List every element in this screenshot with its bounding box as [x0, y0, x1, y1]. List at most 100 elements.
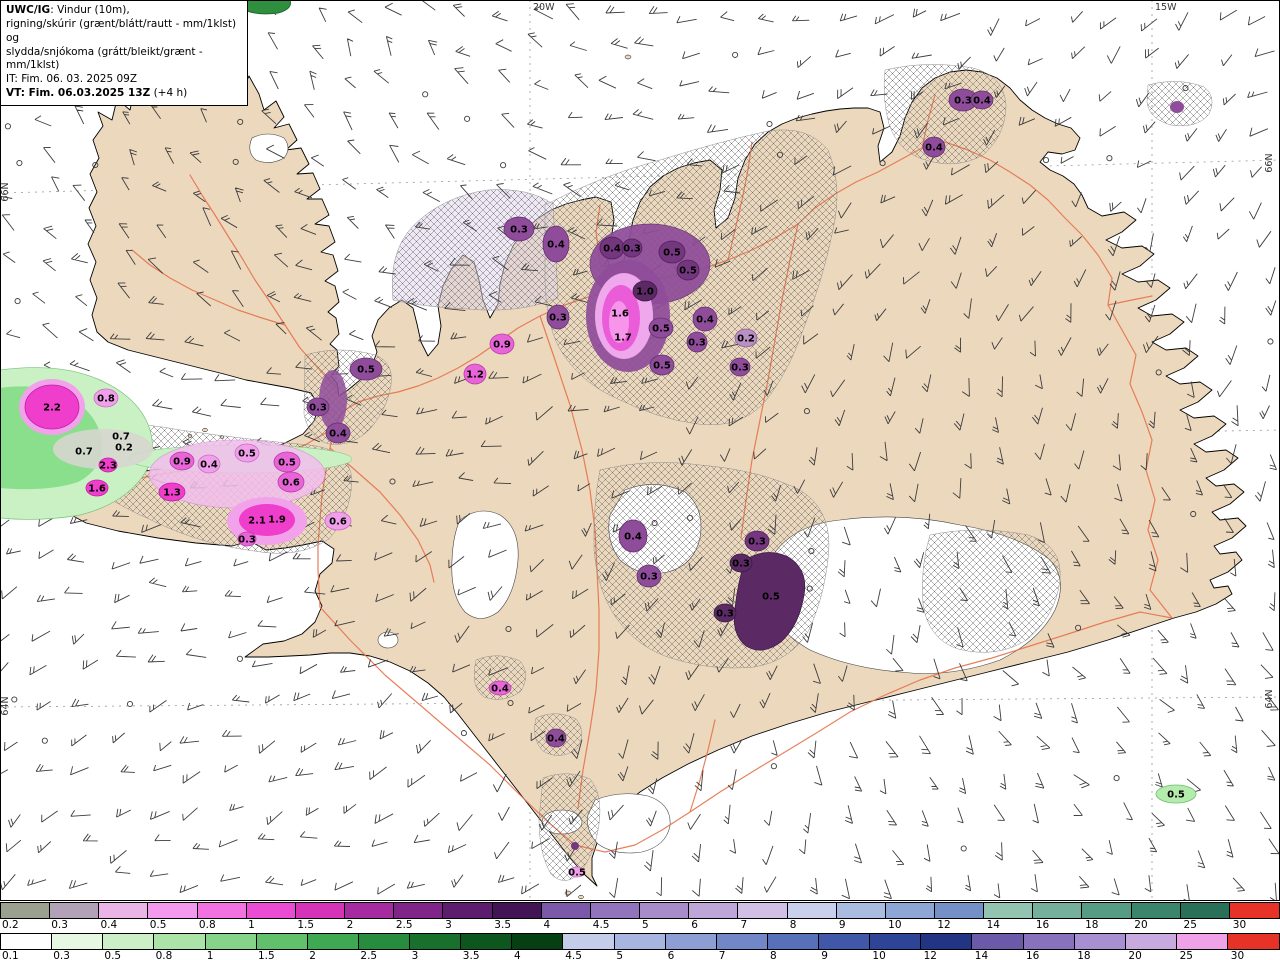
scale-tick-label: 2.5 — [360, 950, 378, 960]
precip-value-label: 1.6 — [611, 309, 629, 320]
precip-value-label: 0.5 — [653, 361, 671, 372]
scale-tick-label: 0.1 — [2, 950, 19, 960]
scale-tick-label: 8 — [770, 950, 777, 960]
scale-segment — [787, 903, 837, 918]
precip-value-label: 0.3 — [688, 338, 706, 349]
scale-tick-label: 8 — [789, 919, 797, 931]
scale-tick-label: 12 — [937, 919, 951, 931]
scale-tick-label: 4 — [543, 919, 551, 931]
precip-value-label: 0.3 — [623, 244, 641, 255]
glacier-myrdalsjokull — [587, 793, 671, 854]
precip-value-label: 1.2 — [466, 370, 484, 381]
scale-segment — [934, 903, 985, 918]
scale-segment — [885, 903, 935, 918]
scale-segment — [307, 934, 359, 949]
scale-segment — [1131, 903, 1181, 918]
precip-value-label: 0.3 — [549, 313, 567, 324]
precip-value-label: 0.5 — [762, 592, 780, 603]
precip-value-label: 0.3 — [748, 537, 766, 548]
scale-tick-label: 20 — [1134, 919, 1148, 931]
longitude-label: 20W — [533, 2, 555, 13]
scale-tick-label: 25 — [1183, 919, 1197, 931]
scale-segment — [1180, 903, 1230, 918]
precip-value-label: 1.3 — [163, 488, 181, 499]
rain-scale-bar — [0, 902, 1280, 919]
model-name: UWC/IG — [6, 4, 51, 16]
scale-tick-label: 0.5 — [149, 919, 167, 931]
precip-blob-south-dot — [571, 842, 579, 850]
scale-tick-label: 5 — [616, 950, 624, 960]
scale-segment — [1, 903, 51, 918]
island — [578, 894, 584, 900]
scale-segment — [295, 903, 346, 918]
latitude-label: 66N — [1264, 153, 1275, 172]
scale-tick-label: 2 — [346, 919, 354, 931]
scale-segment — [563, 934, 615, 949]
precip-value-label: 0.4 — [547, 240, 565, 251]
scale-segment — [1074, 934, 1126, 949]
scale-tick-label: 2 — [309, 950, 316, 960]
latitude-label: 66N — [0, 182, 11, 201]
scale-segment — [1023, 934, 1075, 949]
scale-segment — [716, 934, 768, 949]
precip-value-label: 0.4 — [491, 684, 509, 695]
scale-tick-label: 9 — [838, 919, 846, 931]
scale-segment — [590, 903, 641, 918]
scale-tick-label: 7 — [718, 950, 726, 960]
legend-line-1: UWC/IG: Vindur (10m), — [6, 4, 242, 18]
scale-tick-label: 4 — [514, 950, 521, 960]
legend-line-3: slydda/snjókoma (grátt/bleikt/grænt - mm… — [6, 45, 203, 72]
scale-segment — [614, 934, 666, 949]
precip-value-label: 1.6 — [88, 484, 106, 495]
snow-scale-bar — [0, 933, 1280, 950]
scale-segment — [256, 934, 308, 949]
scale-segment — [394, 903, 444, 918]
scale-segment — [1176, 934, 1228, 949]
precip-value-label: 0.2 — [737, 334, 755, 345]
latitude-label: 64N — [0, 696, 11, 715]
scale-tick-label: 12 — [923, 950, 937, 960]
precip-value-label: 0.5 — [278, 458, 296, 469]
scale-segment — [1229, 903, 1280, 918]
precip-value-label: 1.9 — [268, 515, 286, 526]
precip-value-label: 0.5 — [663, 248, 681, 259]
scale-tick-label: 0.8 — [198, 919, 216, 931]
scale-segment — [461, 934, 513, 949]
precip-value-label: 0.5 — [357, 365, 375, 376]
scale-segment — [50, 903, 100, 918]
scale-tick-label: 2.5 — [395, 919, 413, 931]
scale-segment — [972, 934, 1024, 949]
precip-value-label: 2.3 — [99, 461, 117, 472]
scale-tick-label: 0.5 — [104, 950, 122, 960]
precip-value-label: 0.4 — [696, 315, 714, 326]
scale-segment — [984, 903, 1034, 918]
precip-value-label: 0.5 — [568, 868, 586, 879]
precip-value-label: 0.3 — [731, 363, 749, 374]
precip-value-label: 0.2 — [115, 443, 133, 454]
scale-tick-label: 10 — [888, 919, 902, 931]
variable-description: : Vindur (10m), — [50, 4, 130, 16]
scale-tick-label: 3 — [411, 950, 419, 960]
scale-segment — [640, 903, 690, 918]
island — [624, 54, 632, 60]
scale-segment — [154, 934, 206, 949]
scale-tick-label: 6 — [667, 950, 675, 960]
precip-value-label: 0.4 — [925, 143, 943, 154]
scale-tick-label: 30 — [1232, 919, 1247, 931]
precip-value-label: 0.7 — [75, 447, 93, 458]
scale-segment — [819, 934, 871, 949]
precip-value-label: 0.4 — [329, 429, 347, 440]
scale-segment — [246, 903, 296, 918]
scale-tick-label: 18 — [1077, 950, 1091, 960]
precip-value-label: 1.7 — [614, 333, 632, 344]
scale-segment — [103, 934, 155, 949]
scale-segment — [689, 903, 739, 918]
rain-scale-labels: 0.2 0.3 0.4 0.5 0.8 1 1.5 2 2.5 3 3.5 4 4.5 5 6 7 8 9 10 12… — [0, 919, 1280, 932]
precip-value-label: 0.3 — [309, 403, 327, 414]
precip-value-label: 0.4 — [624, 532, 642, 543]
precip-value-label: 0.3 — [640, 572, 658, 583]
scale-tick-label: 5 — [642, 919, 649, 931]
latitude-label: 64N — [1264, 689, 1275, 708]
precip-value-label: 0.9 — [493, 340, 511, 351]
precip-value-label: 0.7 — [112, 432, 130, 443]
